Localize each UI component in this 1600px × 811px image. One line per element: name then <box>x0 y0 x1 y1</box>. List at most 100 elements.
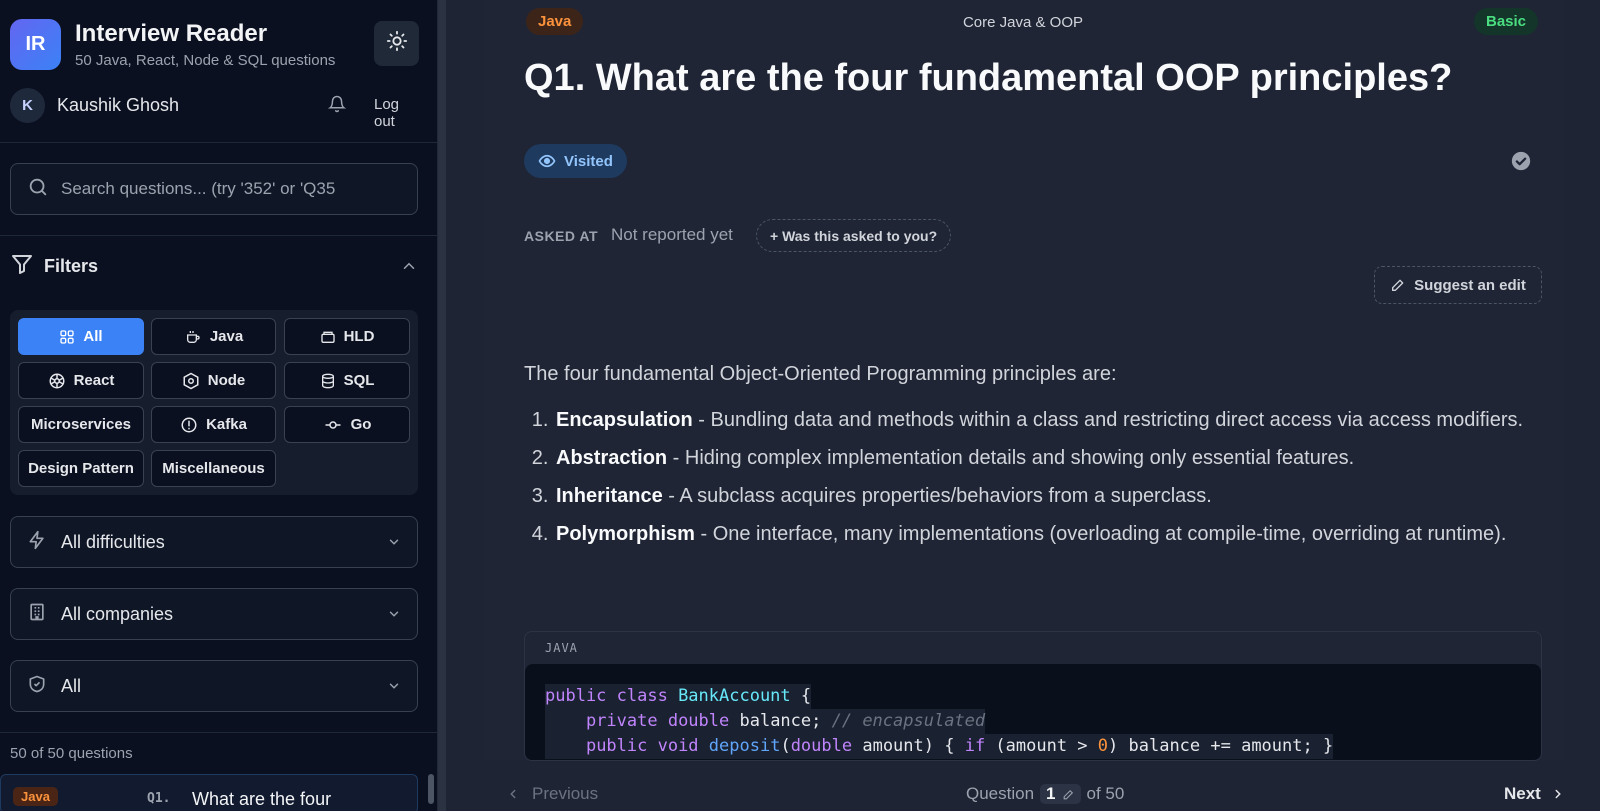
code-line: private double balance; // encapsulated <box>545 709 986 734</box>
category-filter-panel: All Java HLD React Node SQL Microservice… <box>10 310 418 495</box>
code-token: private double <box>585 711 740 731</box>
previous-label: Previous <box>532 784 599 803</box>
chip-label: Go <box>350 416 372 433</box>
status-value: All <box>61 675 82 696</box>
code-content: public class BankAccount { private doubl… <box>525 664 1541 760</box>
question-pager: Previous Question 1 of 50 Next <box>446 780 1600 810</box>
visited-label: Visited <box>564 152 613 170</box>
code-token: balance; <box>739 711 832 731</box>
code-token: deposit <box>708 736 781 756</box>
next-button[interactable]: Next <box>1504 784 1565 804</box>
chip-label: HLD <box>343 328 375 345</box>
principles-list: Encapsulation - Bundling data and method… <box>524 404 1534 550</box>
code-token: ( <box>780 736 791 756</box>
theme-toggle-button[interactable] <box>374 21 419 66</box>
asked-at-label: ASKED AT <box>524 228 598 244</box>
code-token: public class <box>545 686 679 706</box>
sidebar-resize-handle[interactable] <box>438 0 446 811</box>
chip-label: Microservices <box>30 416 132 433</box>
chip-hld[interactable]: HLD <box>284 318 410 355</box>
chip-label: Miscellaneous <box>162 460 265 477</box>
companies-value: All companies <box>61 603 174 624</box>
coffee-cup-icon <box>184 329 202 345</box>
chip-design-pattern[interactable]: Design Pattern <box>18 450 144 487</box>
code-token: double <box>790 736 853 756</box>
principle-term: Abstraction <box>556 447 668 469</box>
companies-select[interactable]: All companies <box>10 588 418 640</box>
sidebar: IR Interview Reader 50 Java, React, Node… <box>0 0 438 811</box>
bell-icon[interactable] <box>327 95 347 118</box>
code-token: // encapsulated <box>831 711 986 731</box>
chip-react[interactable]: React <box>18 362 144 399</box>
list-item[interactable]: Java Q1. What are the four <box>0 774 418 811</box>
code-line: public class BankAccount { <box>545 684 812 709</box>
chevron-down-icon <box>387 679 401 698</box>
divider <box>0 732 438 733</box>
suggest-edit-label: Suggest an edit <box>1414 276 1526 294</box>
app-subtitle: 50 Java, React, Node & SQL questions <box>75 52 336 69</box>
code-token: { <box>790 686 812 706</box>
previous-button[interactable]: Previous <box>506 784 598 804</box>
database-icon <box>320 372 336 390</box>
chip-label: Java <box>209 328 244 345</box>
current-question-input[interactable]: 1 <box>1040 784 1081 804</box>
suggest-edit-button[interactable]: Suggest an edit <box>1374 266 1542 304</box>
shield-check-icon <box>27 674 47 699</box>
git-commit-icon <box>323 416 343 434</box>
brand: IR Interview Reader 50 Java, React, Node… <box>10 19 335 70</box>
question-title: Q1. What are the four fundamental OOP pr… <box>524 57 1453 99</box>
visited-badge: Visited <box>524 144 627 178</box>
pencil-icon <box>1062 788 1075 801</box>
search-input[interactable]: Search questions... (try '352' or 'Q35 <box>10 163 418 215</box>
list-item-number: Q1. <box>147 791 171 806</box>
code-token: ) balance += amount; } <box>1108 736 1334 756</box>
app-title: Interview Reader <box>75 20 268 47</box>
difficulty-select[interactable]: All difficulties <box>10 516 418 568</box>
chip-all[interactable]: All <box>18 318 144 355</box>
chip-go[interactable]: Go <box>284 406 410 443</box>
code-token: public void <box>585 736 709 756</box>
filters-header[interactable]: Filters <box>10 251 418 281</box>
filters-title: Filters <box>44 255 99 276</box>
report-asked-button[interactable]: + Was this asked to you? <box>756 219 952 252</box>
chip-label: Kafka <box>206 416 247 433</box>
principle-term: Encapsulation <box>556 409 693 431</box>
question-count: 50 of 50 questions <box>10 745 133 762</box>
asked-at-value: Not reported yet <box>611 225 733 244</box>
alert-circle-icon <box>180 416 198 434</box>
filter-icon <box>10 252 34 281</box>
chip-miscellaneous[interactable]: Miscellaneous <box>151 450 276 487</box>
building-icon <box>27 602 47 627</box>
category-label: Core Java & OOP <box>962 14 1084 31</box>
chip-label: Node <box>207 372 246 389</box>
search-icon <box>27 176 49 203</box>
app-root: IR Interview Reader 50 Java, React, Node… <box>0 0 1600 811</box>
pager-total: of 50 <box>1086 784 1125 803</box>
chip-java[interactable]: Java <box>151 318 276 355</box>
search-placeholder: Search questions... (try '352' or 'Q35 <box>61 179 336 198</box>
chip-kafka[interactable]: Kafka <box>151 406 276 443</box>
chevron-up-icon[interactable] <box>400 257 418 280</box>
check-circle-icon[interactable] <box>1510 150 1532 177</box>
sidebar-scrollbar[interactable] <box>428 774 434 804</box>
code-block: JAVA public class BankAccount { private … <box>524 631 1542 761</box>
principle-text: - Bundling data and methods within a cla… <box>692 409 1524 431</box>
code-token: BankAccount <box>678 686 791 706</box>
logout-button[interactable]: Log out <box>374 96 420 130</box>
code-line: public void deposit(double amount) { if … <box>545 734 1334 759</box>
chip-node[interactable]: Node <box>151 362 276 399</box>
divider <box>0 142 438 143</box>
layers-icon <box>320 329 336 345</box>
chevron-left-icon <box>506 787 520 801</box>
chip-label: React <box>73 372 115 389</box>
status-select[interactable]: All <box>10 660 418 712</box>
user-row: K Kaushik Ghosh Log out <box>10 87 420 130</box>
difficulty-badge: Basic <box>1474 8 1539 35</box>
chip-microservices[interactable]: Microservices <box>18 406 144 443</box>
page-indicator: Question 1 of 50 <box>966 784 1124 804</box>
code-token: (amount > <box>985 736 1098 756</box>
chip-sql[interactable]: SQL <box>284 362 410 399</box>
chevron-right-icon <box>1551 787 1565 801</box>
